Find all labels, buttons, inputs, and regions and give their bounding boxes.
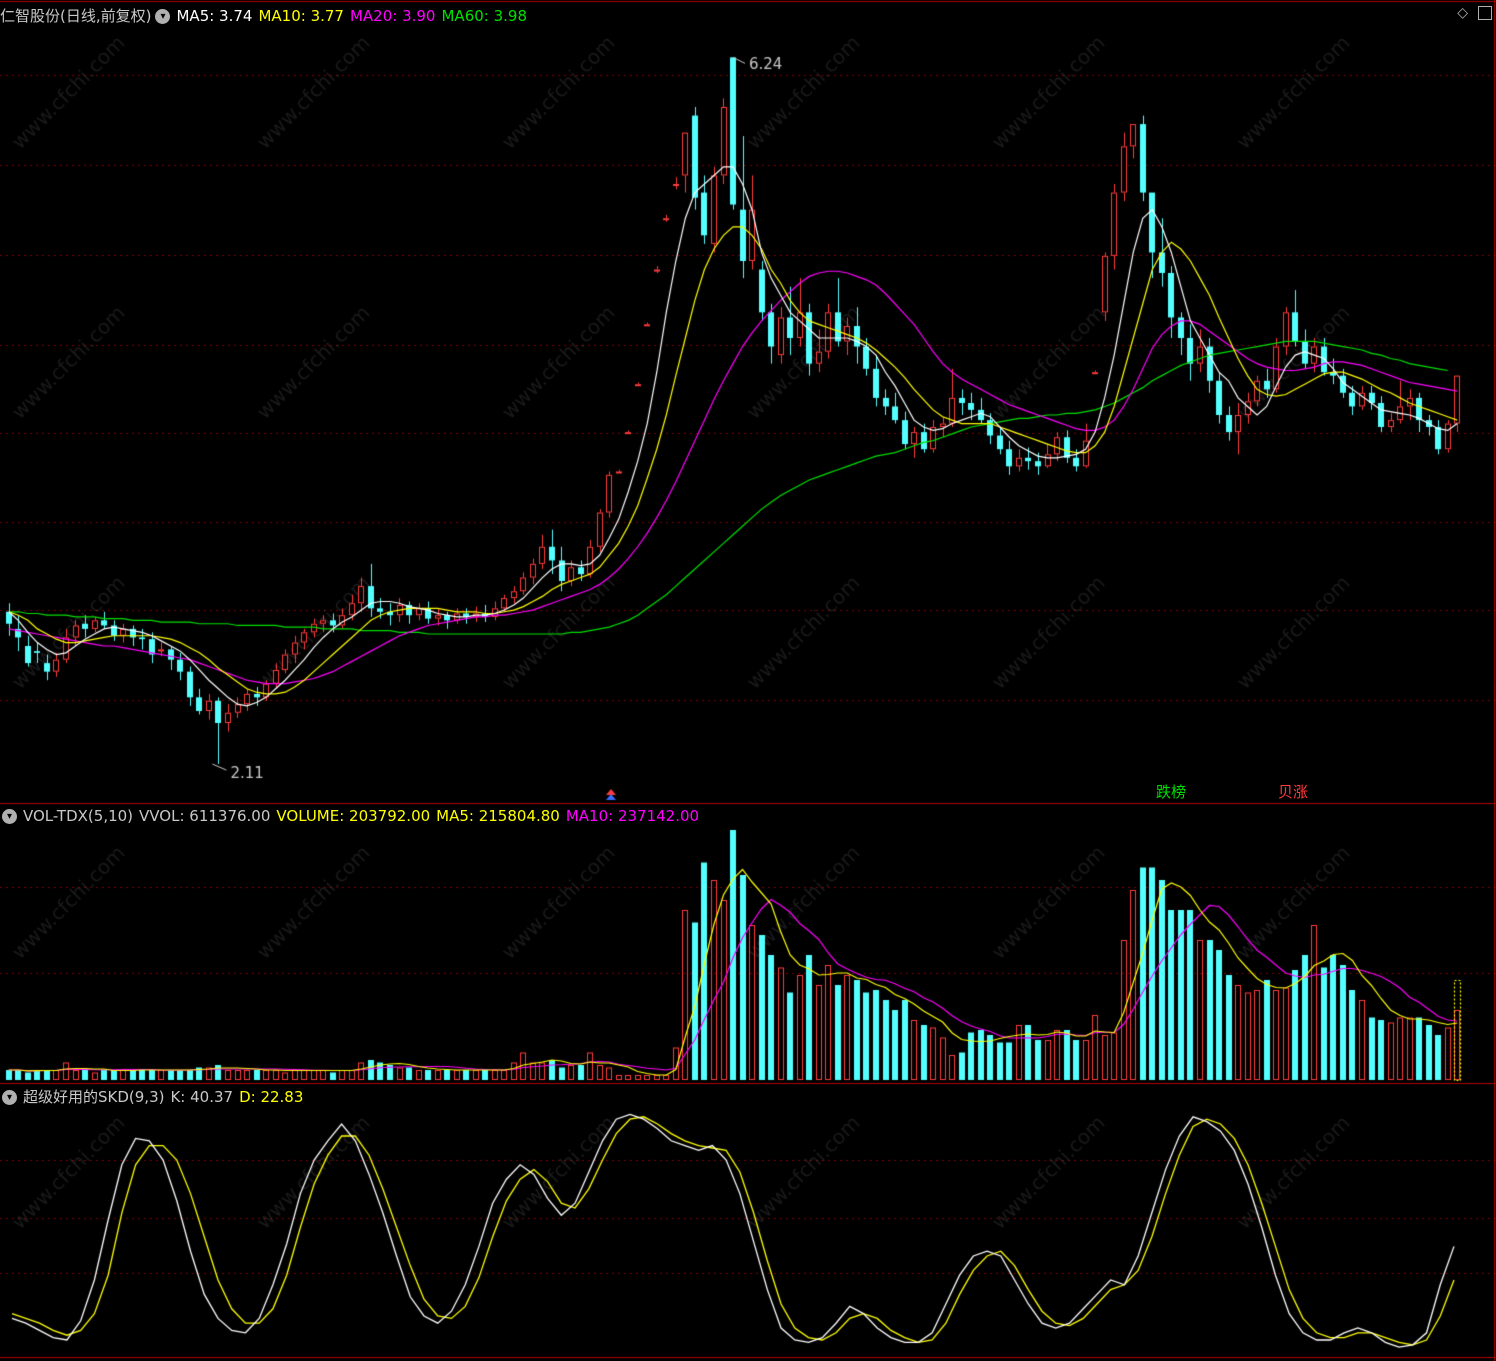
diamond-icon[interactable]: ◇: [1457, 6, 1468, 20]
skd-k-label: K: 40.37: [170, 1088, 234, 1106]
skd-indicator-name: 超级好用的SKD(9,3): [23, 1088, 165, 1106]
vol-ma5-label: MA5: 215804.80: [436, 807, 560, 825]
badge-right[interactable]: 贝涨: [1278, 782, 1308, 802]
badge-left-text: 跌榜: [1156, 783, 1187, 801]
main-header: 仁智股份(日线,前复权) ▾ MA5: 3.74 MA10: 3.77 MA20…: [0, 5, 533, 27]
ma10-label: MA10: 3.77: [258, 7, 344, 25]
volume-header: ▾ VOL-TDX(5,10) VVOL: 611376.00 VOLUME: …: [0, 805, 705, 827]
vvol-label: VVOL: 611376.00: [139, 807, 271, 825]
badge-right-text: 贝涨: [1278, 783, 1309, 801]
chevron-down-icon[interactable]: ▾: [2, 808, 17, 824]
ma20-label: MA20: 3.90: [349, 7, 436, 25]
stock-title: 仁智股份(日线,前复权): [0, 7, 152, 25]
skd-header: ▾ 超级好用的SKD(9,3) K: 40.37 D: 22.83: [0, 1086, 309, 1108]
badge-left[interactable]: 跌榜: [1156, 782, 1186, 802]
stock-chart-canvas[interactable]: [0, 0, 1496, 1361]
window-controls: ◇: [1457, 6, 1492, 20]
vol-ma10-label: MA10: 237142.00: [565, 807, 700, 825]
ma5-label: MA5: 3.74: [176, 7, 253, 25]
volume-label: VOLUME: 203792.00: [276, 807, 431, 825]
ma60-label: MA60: 3.98: [441, 7, 527, 25]
volume-indicator-name: VOL-TDX(5,10): [23, 807, 134, 825]
skd-d-label: D: 22.83: [239, 1088, 304, 1106]
chevron-down-icon[interactable]: ▾: [155, 8, 171, 24]
maximize-icon[interactable]: [1478, 6, 1492, 20]
chevron-down-icon[interactable]: ▾: [2, 1089, 17, 1105]
